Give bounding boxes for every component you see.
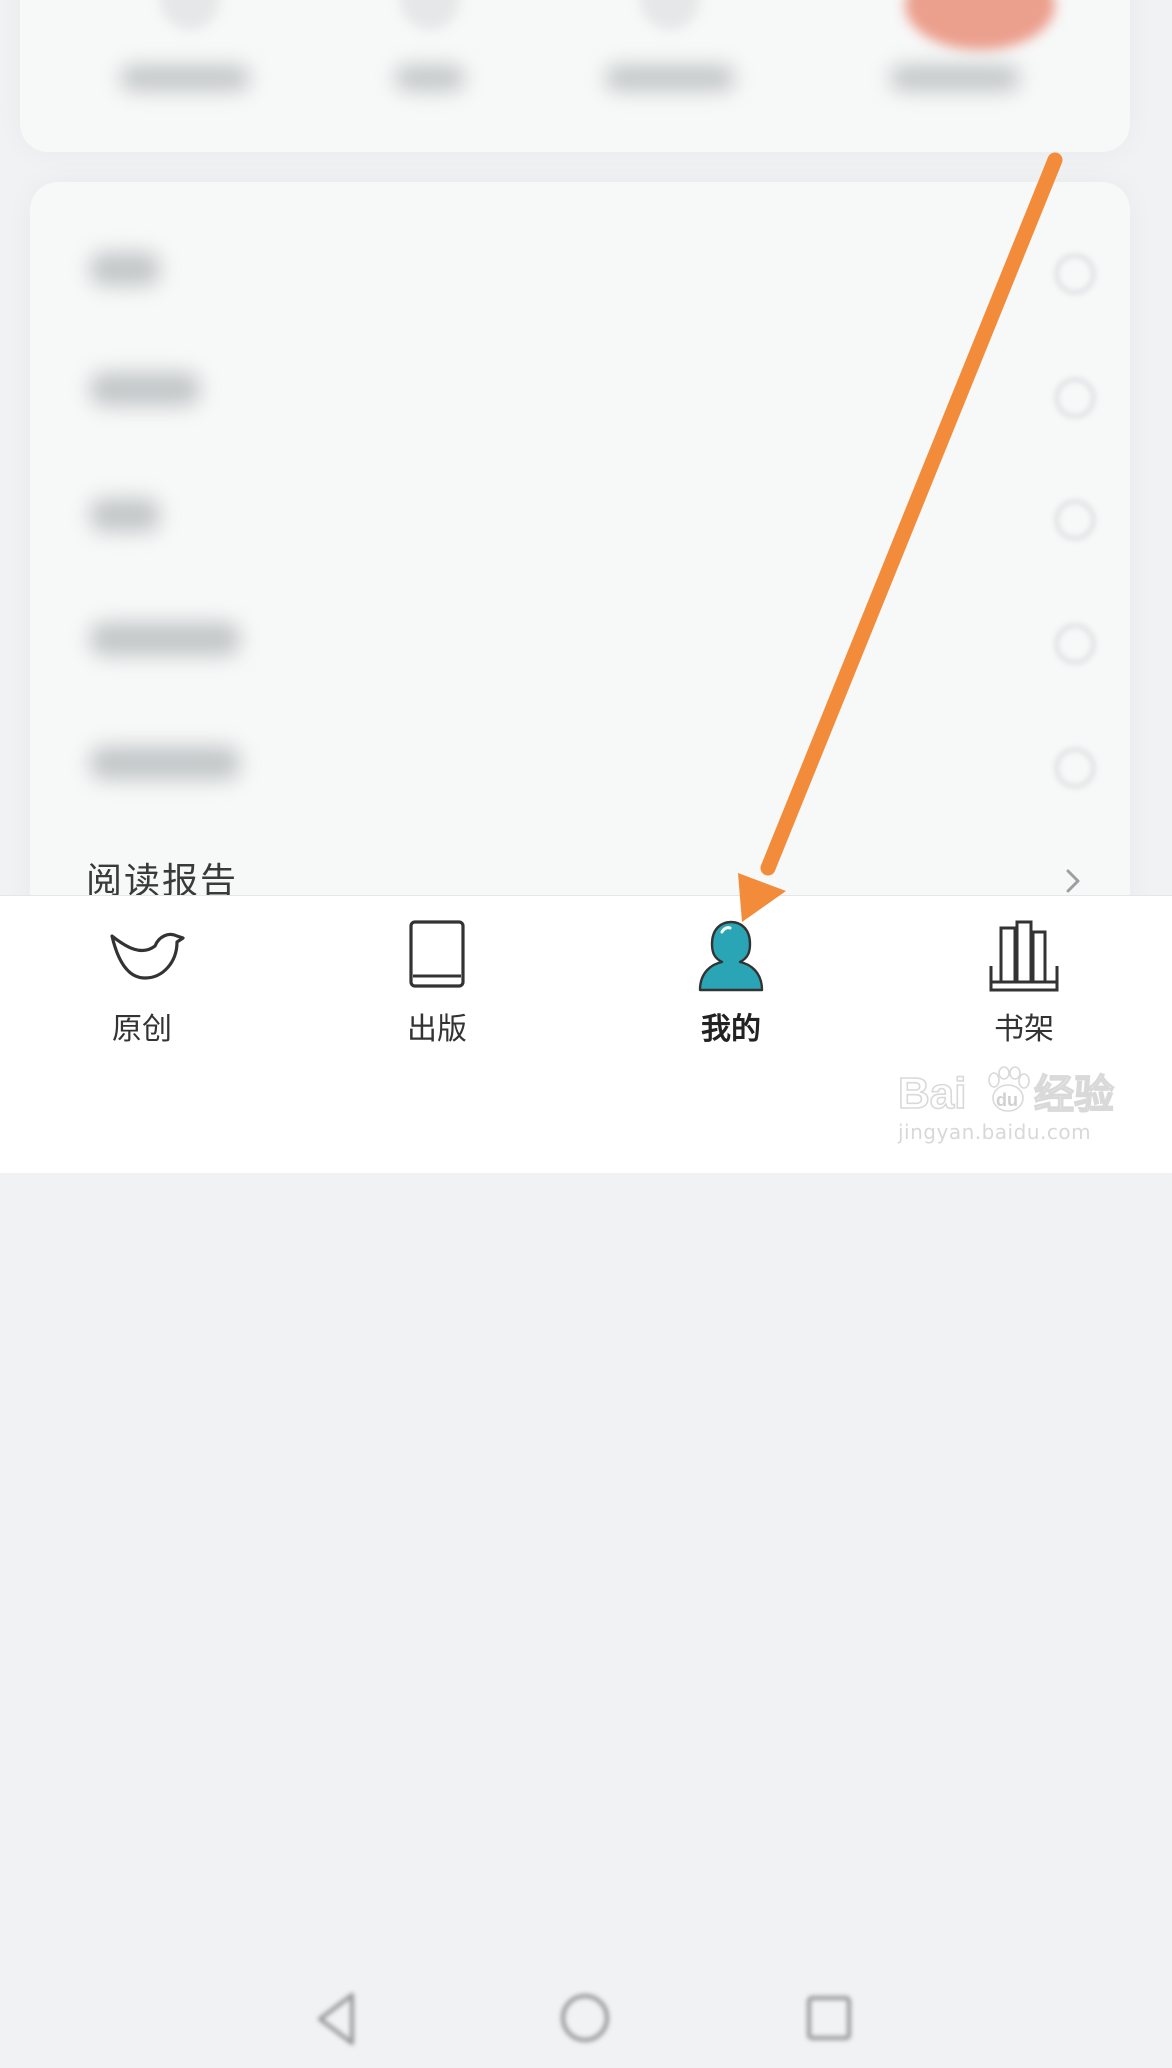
shortcut-icon[interactable]	[905, 0, 1055, 50]
shortcut-label	[395, 65, 465, 91]
system-navigation-bar	[0, 1961, 1172, 2068]
watermark-url: jingyan.baidu.com	[898, 1120, 1092, 1144]
menu-item-reading-report[interactable]: 阅读报告	[86, 852, 238, 895]
chevron-right-icon	[1066, 869, 1080, 893]
chevron-right-icon	[1055, 624, 1095, 664]
blurred-page-content: 阅读报告	[0, 0, 1172, 895]
tab-label: 原创	[112, 1012, 172, 1047]
baidu-jingyan-watermark: Bai du 经验 jingyan.baidu.com	[896, 1062, 1126, 1154]
tab-original[interactable]: 原创	[42, 896, 242, 1056]
menu-item-label[interactable]	[90, 622, 240, 656]
tab-label: 书架	[994, 1012, 1054, 1047]
menu-item-label[interactable]	[90, 372, 200, 406]
menu-list-card	[30, 182, 1130, 895]
menu-item-label[interactable]	[90, 252, 160, 286]
bookshelf-icon	[989, 920, 1059, 992]
shortcut-icon[interactable]	[640, 0, 700, 30]
baidu-logo: Bai du 经验	[897, 1066, 1115, 1119]
bird-icon	[110, 932, 185, 980]
menu-item-label[interactable]	[90, 498, 160, 532]
shortcut-icon[interactable]	[400, 0, 460, 30]
shortcut-label	[890, 65, 1020, 91]
book-icon	[409, 920, 465, 988]
svg-text:经验: 经验	[1034, 1072, 1114, 1118]
recents-square-icon[interactable]	[804, 1993, 854, 2043]
top-shortcuts-card	[20, 0, 1130, 152]
tab-bookshelf[interactable]: 书架	[924, 896, 1124, 1056]
chevron-right-icon	[1055, 378, 1095, 418]
menu-item-label[interactable]	[90, 746, 240, 780]
tab-label: 我的	[701, 1012, 761, 1047]
tab-publish[interactable]: 出版	[337, 896, 537, 1056]
chevron-right-icon	[1055, 500, 1095, 540]
shortcut-label	[120, 65, 250, 91]
svg-text:du: du	[996, 1090, 1018, 1110]
home-circle-icon[interactable]	[558, 1991, 612, 2045]
chevron-right-icon	[1055, 254, 1095, 294]
chevron-right-icon	[1055, 748, 1095, 788]
svg-text:Bai: Bai	[898, 1069, 966, 1118]
tab-label: 出版	[407, 1012, 467, 1047]
shortcut-icon[interactable]	[160, 0, 220, 30]
back-triangle-icon[interactable]	[312, 1989, 362, 2049]
tab-mine[interactable]: 我的	[631, 896, 831, 1056]
shortcut-label	[605, 65, 735, 91]
person-icon	[698, 920, 764, 992]
